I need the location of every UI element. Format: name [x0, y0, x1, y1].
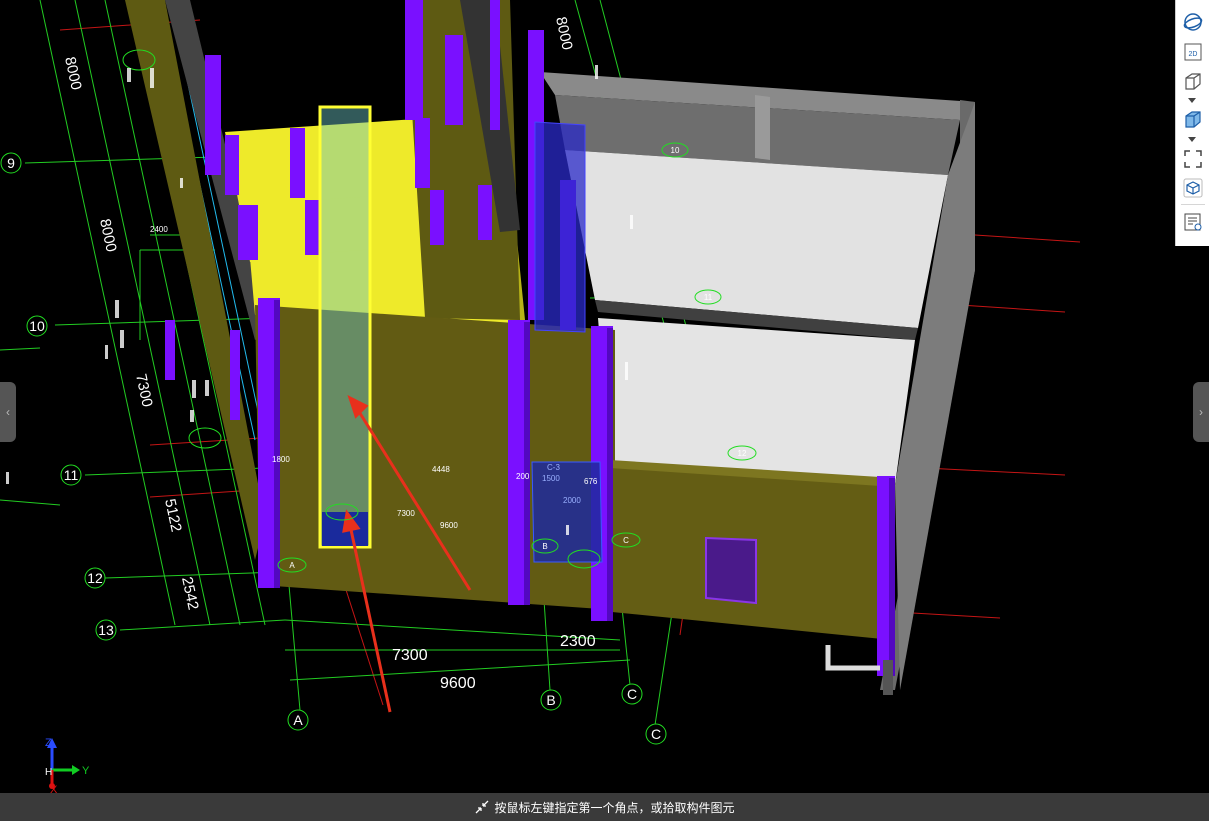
back-room-divider: [755, 95, 770, 160]
row-bubble-12[interactable]: 12: [84, 567, 106, 589]
svg-text:10: 10: [29, 318, 45, 334]
dim-bottom-2300: 2300: [560, 633, 596, 650]
view-solid-dropdown-icon[interactable]: [1188, 137, 1196, 142]
3d-viewport[interactable]: 9 10 11 12 13 A B C C 8000 8000 7300 512…: [0, 0, 1209, 796]
back-slab-2: [598, 318, 915, 485]
blue-panel-upper: [534, 121, 586, 333]
row-bubble-13[interactable]: 13: [95, 619, 117, 641]
status-message: 按鼠标左键指定第一个角点，或拾取构件图元: [494, 800, 735, 815]
row-bubble-10[interactable]: 10: [26, 315, 48, 337]
status-bar: 按鼠标左键指定第一个角点，或拾取构件图元: [0, 793, 1209, 821]
svg-text:Y: Y: [82, 765, 90, 777]
right-panel-toggle[interactable]: ›: [1193, 382, 1209, 442]
svg-text:2D: 2D: [1189, 51, 1198, 58]
dim-1800: 1800: [272, 455, 290, 464]
fit-screen-icon[interactable]: [1181, 147, 1205, 171]
svg-text:H: H: [45, 767, 52, 778]
dim-bottom-9600: 9600: [440, 675, 476, 692]
svg-text:12: 12: [738, 449, 747, 458]
dim-4448: 4448: [432, 465, 450, 474]
dim-9600-mid: 9600: [440, 521, 458, 530]
col-bubble-C[interactable]: C: [621, 683, 643, 705]
dim-bottom-7300: 7300: [392, 647, 428, 664]
properties-list-icon[interactable]: [1181, 210, 1205, 234]
window-tag: C-3: [547, 463, 560, 472]
svg-text:Z: Z: [45, 737, 52, 749]
svg-text:9: 9: [7, 155, 15, 171]
view-3d-dropdown-icon[interactable]: [1188, 98, 1196, 103]
svg-text:C: C: [623, 536, 629, 545]
toolbar-divider: [1181, 204, 1205, 205]
svg-text:12: 12: [87, 570, 103, 586]
dim-676: 676: [584, 477, 598, 486]
view-2d-icon[interactable]: 2D: [1181, 40, 1205, 64]
col-bubble-C-2[interactable]: C: [645, 723, 667, 745]
view-3d-icon[interactable]: [1181, 70, 1205, 94]
svg-text:B: B: [542, 542, 547, 551]
dim-7300-mid: 7300: [397, 509, 415, 518]
selected-element[interactable]: [318, 105, 372, 549]
view-cube-icon[interactable]: [1181, 176, 1205, 200]
svg-text:X: X: [50, 784, 58, 793]
crosshair-cursor-icon: [476, 800, 489, 814]
svg-text:13: 13: [98, 622, 114, 638]
view-3d-solid-icon[interactable]: [1181, 108, 1205, 132]
svg-text:11: 11: [64, 467, 79, 483]
col-bubble-B[interactable]: B: [540, 689, 562, 711]
dim-200: 200: [516, 472, 530, 481]
window-opening: [705, 536, 757, 605]
left-panel-toggle[interactable]: ‹: [0, 382, 16, 442]
svg-text:B: B: [546, 692, 555, 708]
front-wall: [255, 305, 615, 610]
dim-2400: 2400: [150, 225, 168, 234]
svg-text:A: A: [289, 561, 295, 570]
col-bubble-A[interactable]: A: [287, 709, 309, 731]
dim-2000: 2000: [563, 496, 581, 505]
row-bubble-11[interactable]: 11: [60, 464, 82, 486]
svg-text:C: C: [651, 726, 661, 742]
svg-text:11: 11: [704, 293, 713, 302]
svg-text:A: A: [293, 712, 303, 728]
svg-text:10: 10: [671, 146, 680, 155]
row-bubble-9[interactable]: 9: [0, 152, 22, 174]
orbit-icon[interactable]: [1181, 10, 1205, 34]
svg-text:C: C: [627, 686, 637, 702]
dim-1500: 1500: [542, 474, 560, 483]
back-slab-1: [565, 150, 948, 328]
view-toolbar: 2D: [1175, 0, 1209, 246]
support-leg: [883, 660, 893, 695]
